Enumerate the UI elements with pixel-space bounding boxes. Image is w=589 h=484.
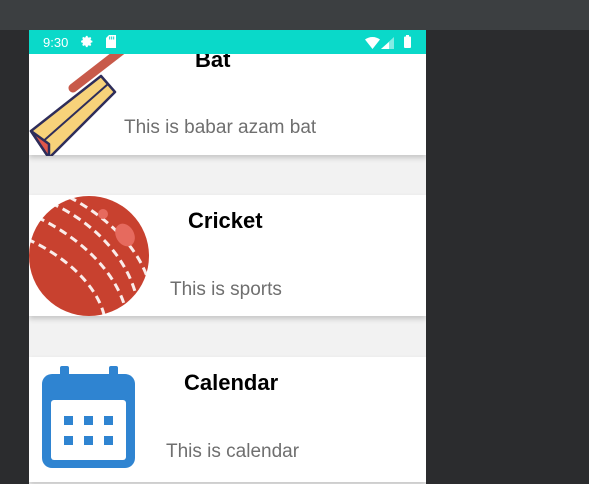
- list-item-calendar[interactable]: Calendar This is calendar: [29, 357, 426, 482]
- sd-card-icon: [106, 35, 116, 53]
- cricket-ball-icon: [29, 195, 153, 321]
- status-bar: 9:30: [29, 30, 426, 54]
- list-item-bat[interactable]: Bat This is babar azam bat: [29, 54, 426, 160]
- item-list: Bat This is babar azam bat Cricket This …: [29, 54, 426, 484]
- phone-screen: 9:30 Bat This is babar azam bat Cricket …: [29, 30, 426, 484]
- status-time: 9:30: [43, 35, 69, 50]
- item-title: Cricket: [188, 208, 263, 233]
- item-title: Calendar: [184, 370, 279, 395]
- item-title: Bat: [195, 54, 231, 72]
- list-item-cricket[interactable]: Cricket This is sports: [29, 195, 426, 320]
- battery-icon: [404, 35, 411, 53]
- wifi-icon: [365, 36, 380, 54]
- ide-top-bar: [0, 0, 589, 30]
- gear-icon: [81, 35, 94, 53]
- item-description: This is sports: [170, 279, 282, 300]
- cricket-bat-icon: [29, 54, 141, 161]
- item-description: This is calendar: [166, 441, 300, 462]
- calendar-icon: [42, 366, 135, 473]
- item-description: This is babar azam bat: [124, 117, 317, 138]
- cellular-signal-icon: [381, 36, 394, 54]
